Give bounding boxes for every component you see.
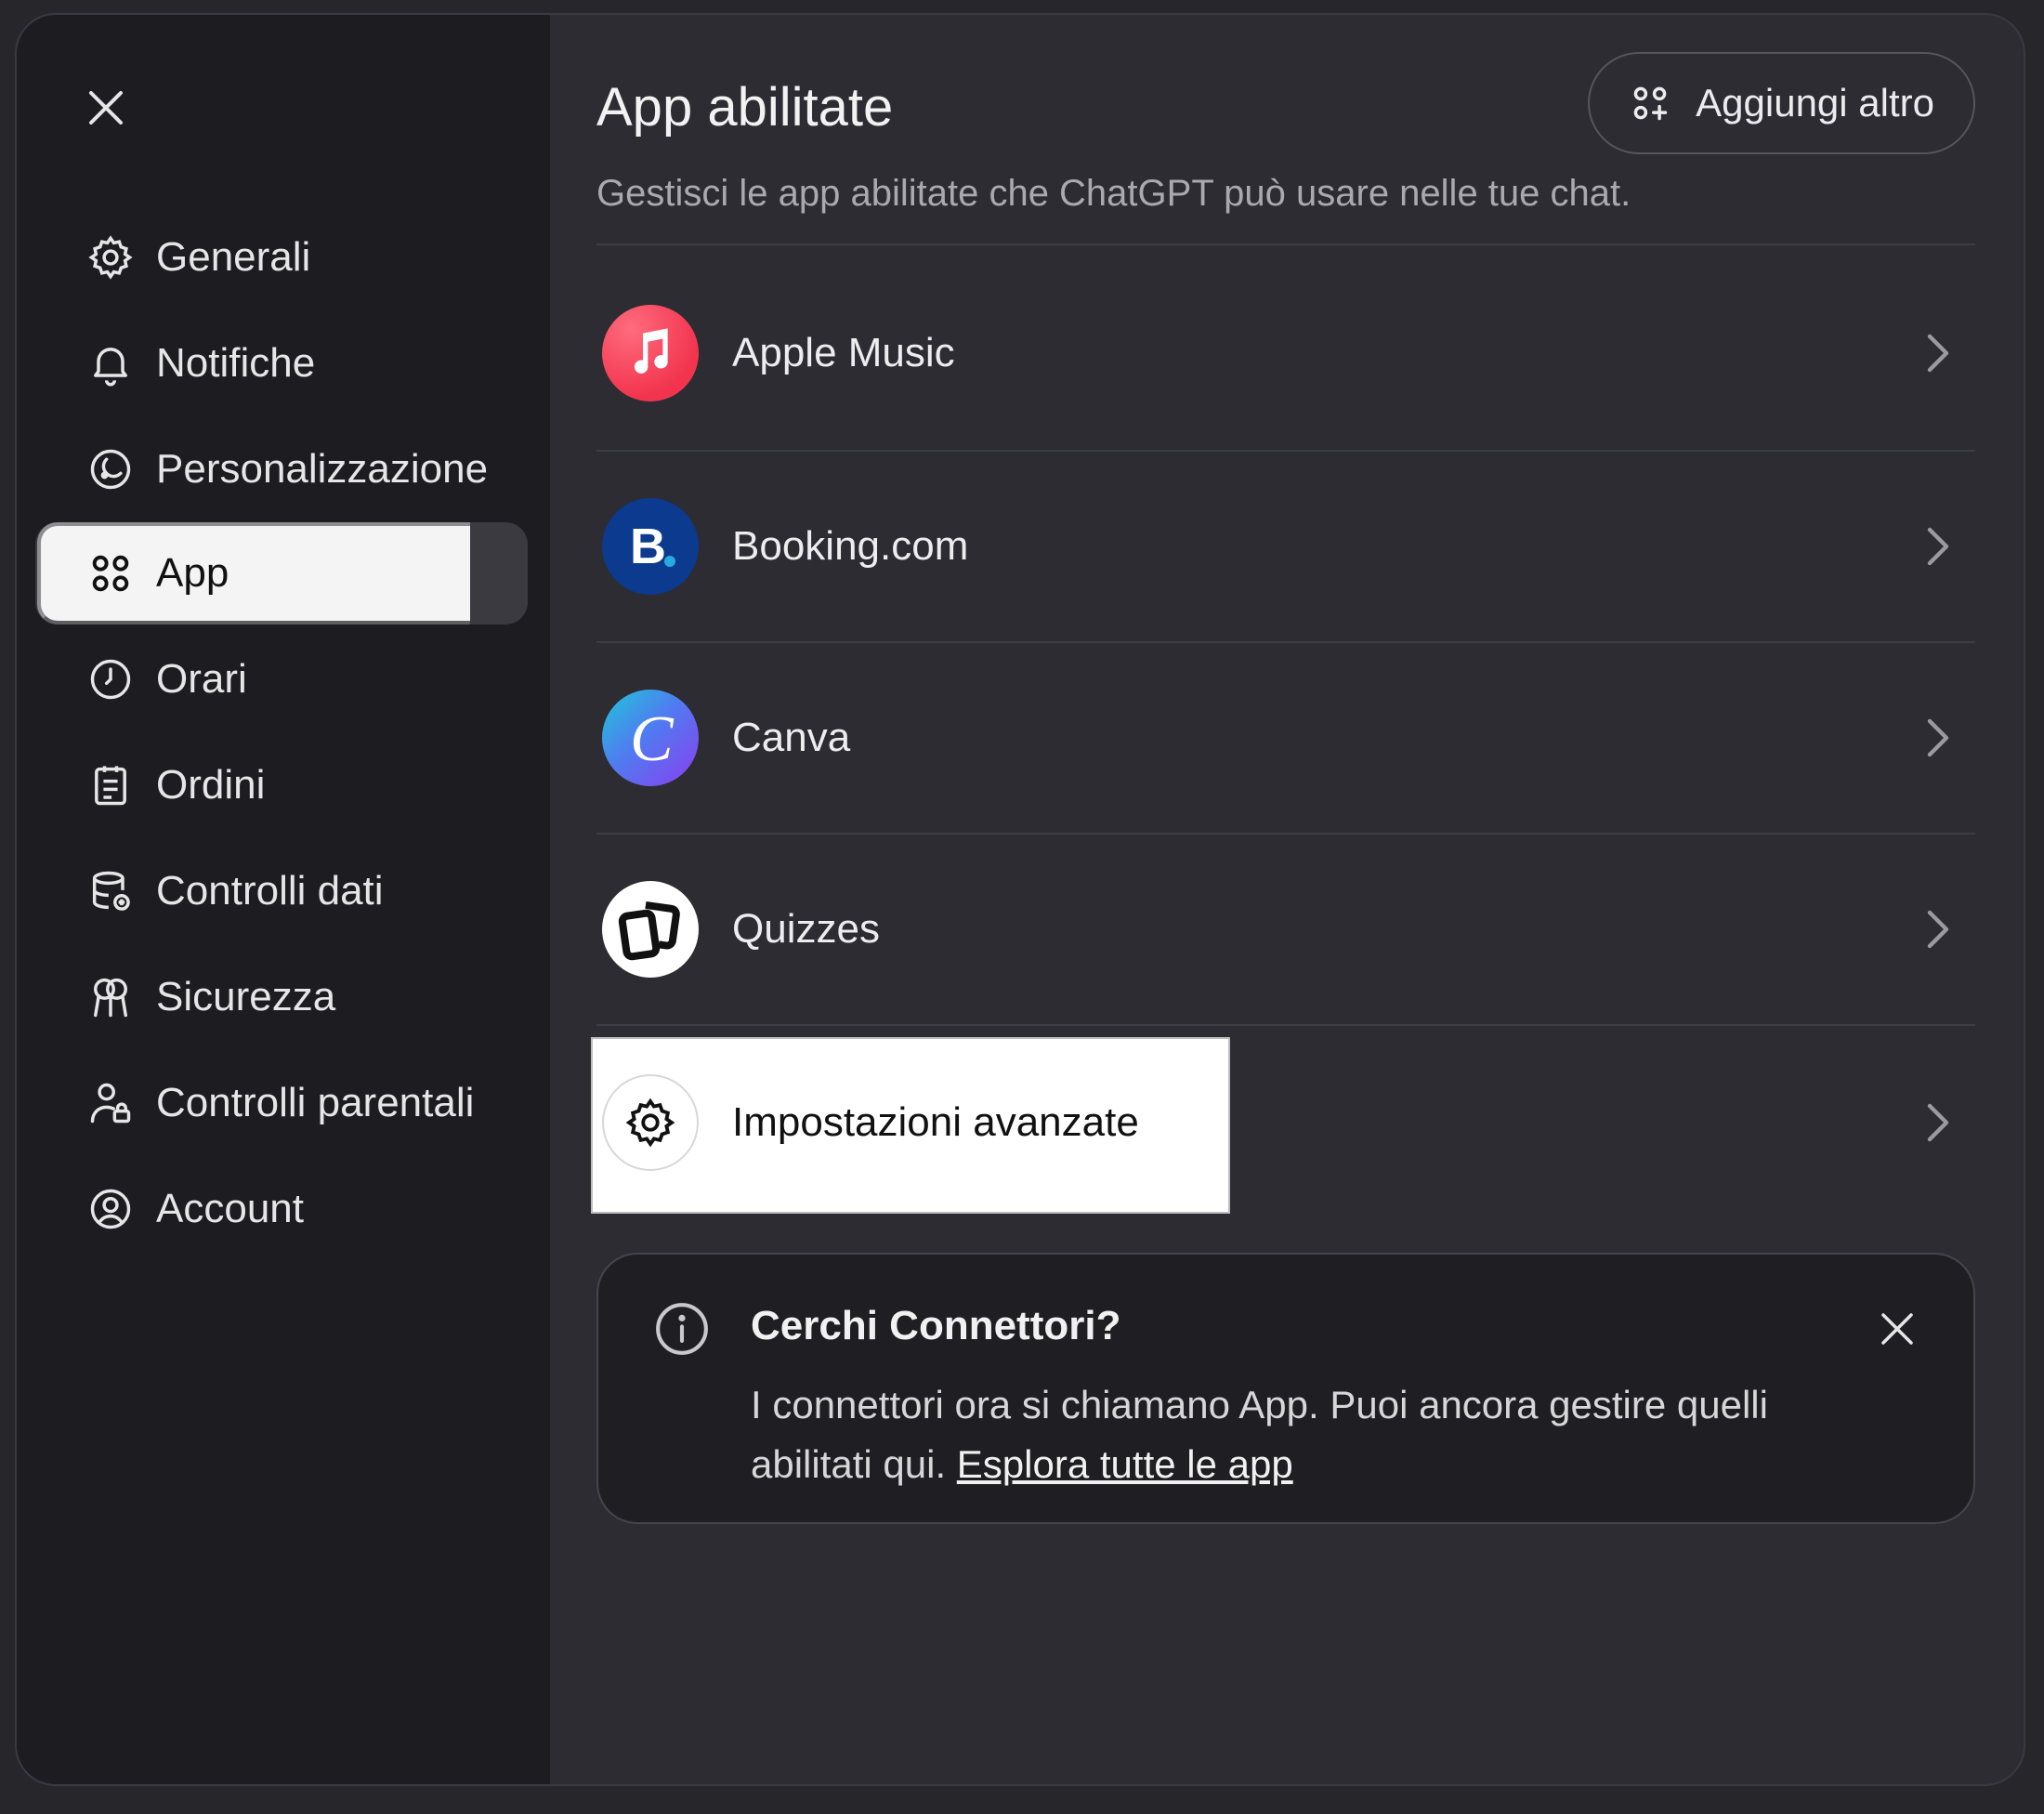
sidebar-item-orari[interactable]: Orari: [35, 628, 528, 730]
app-name: Booking.com: [732, 523, 969, 569]
sidebar-item-label: Personalizzazione: [156, 446, 489, 492]
parental-icon: [85, 1078, 136, 1128]
svg-text:C: C: [630, 703, 675, 775]
connectors-info-card: Cerchi Connettori? I connettori ora si c…: [596, 1253, 1975, 1524]
chevron-right-icon: [1920, 524, 1957, 569]
page-subtitle: Gestisci le app abilitate che ChatGPT pu…: [596, 173, 1631, 214]
chevron-right-icon: [1920, 331, 1957, 375]
chevron-right-icon: [1920, 907, 1957, 952]
sidebar-item-app[interactable]: App: [35, 522, 528, 624]
close-button[interactable]: [80, 82, 132, 134]
settings-sidebar: Generali Notifiche Personalizzazione App…: [17, 15, 550, 1784]
app-row-canva[interactable]: C Canva: [596, 643, 1975, 833]
add-more-label: Aggiungi altro: [1696, 81, 1934, 125]
sidebar-item-notifiche[interactable]: Notifiche: [35, 312, 528, 414]
info-title: Cerchi Connettori?: [751, 1303, 1121, 1348]
apps-grid-icon: [85, 548, 136, 598]
bell-icon: [85, 338, 136, 388]
divider: [596, 243, 1975, 245]
sidebar-item-label: Controlli dati: [156, 868, 384, 914]
sidebar-item-label: Notifiche: [156, 340, 316, 386]
add-apps-icon: [1629, 82, 1671, 125]
chevron-right-icon: [1920, 1100, 1957, 1145]
security-icon: [85, 972, 136, 1022]
app-row-booking[interactable]: B Booking.com: [596, 452, 1975, 641]
svg-text:B: B: [630, 519, 666, 574]
orders-icon: [85, 760, 136, 810]
sidebar-item-ordini[interactable]: Ordini: [35, 734, 528, 836]
sidebar-item-label: Sicurezza: [156, 974, 336, 1019]
quizzes-icon: [602, 881, 699, 978]
gear-icon: [602, 1074, 699, 1171]
app-row-quizzes[interactable]: Quizzes: [596, 835, 1975, 1024]
sidebar-item-controlli-dati[interactable]: Controlli dati: [35, 840, 528, 942]
personalization-icon: [85, 444, 136, 494]
apple-music-icon: [602, 305, 699, 401]
database-icon: [85, 866, 136, 916]
canva-icon: C: [602, 690, 699, 786]
chevron-right-icon: [1920, 716, 1957, 760]
app-name: Canva: [732, 715, 851, 760]
app-row-apple-music[interactable]: Apple Music: [596, 258, 1975, 448]
booking-icon: B: [602, 498, 699, 595]
sidebar-item-label: Ordini: [156, 762, 266, 808]
advanced-settings-label: Impostazioni avanzate: [732, 1099, 1139, 1145]
info-close-button[interactable]: [1873, 1305, 1921, 1353]
info-icon: [652, 1299, 712, 1359]
account-icon: [85, 1184, 136, 1234]
advanced-settings-row[interactable]: Impostazioni avanzate: [596, 1028, 1975, 1217]
sidebar-item-controlli-parentali[interactable]: Controlli parentali: [35, 1052, 528, 1154]
app-name: Quizzes: [732, 906, 880, 952]
close-icon: [1881, 1313, 1913, 1345]
app-name: Apple Music: [732, 330, 955, 375]
add-more-button[interactable]: Aggiungi altro: [1588, 52, 1975, 154]
gear-icon: [85, 232, 136, 283]
explore-apps-link[interactable]: Esplora tutte le app: [957, 1442, 1293, 1486]
sidebar-item-account[interactable]: Account: [35, 1158, 528, 1260]
sidebar-item-label: Generali: [156, 234, 311, 280]
sidebar-item-personalizzazione[interactable]: Personalizzazione: [35, 418, 528, 520]
close-icon: [89, 91, 123, 125]
info-body: I connettori ora si chiamano App. Puoi a…: [751, 1375, 1828, 1494]
sidebar-item-sicurezza[interactable]: Sicurezza: [35, 946, 528, 1048]
sidebar-item-label: Controlli parentali: [156, 1080, 475, 1125]
sidebar-item-label: Account: [156, 1186, 304, 1231]
sidebar-item-label: App: [156, 550, 229, 596]
clock-icon: [85, 654, 136, 704]
divider: [596, 1024, 1975, 1026]
page-title: App abilitate: [596, 77, 894, 138]
sidebar-item-generali[interactable]: Generali: [35, 206, 528, 309]
settings-modal: Generali Notifiche Personalizzazione App…: [15, 13, 2025, 1786]
sidebar-item-label: Orari: [156, 656, 247, 702]
